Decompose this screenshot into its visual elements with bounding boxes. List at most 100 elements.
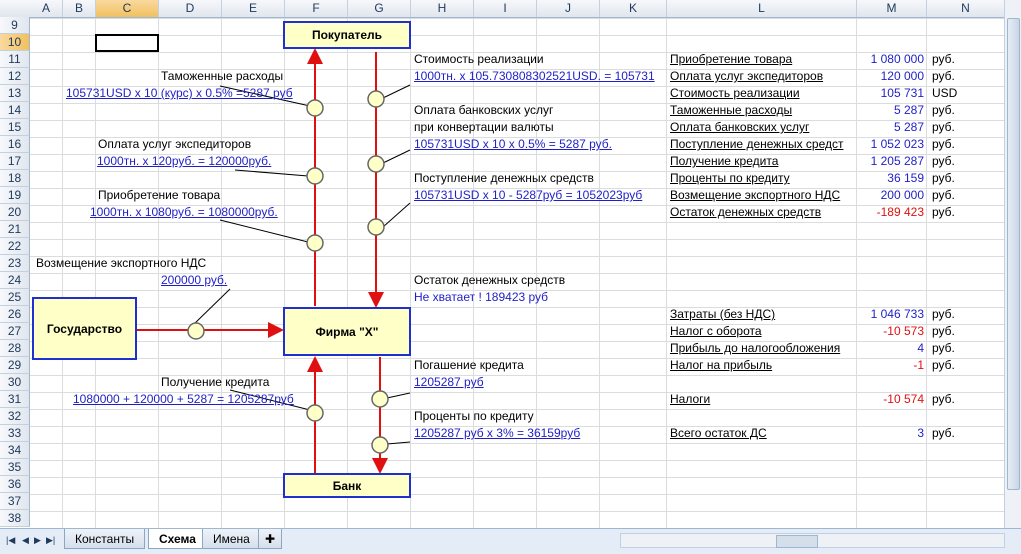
summary-label: Затраты (без НДС) (670, 307, 776, 321)
summary-label: Налоги (670, 392, 711, 406)
row-header[interactable]: 18 (0, 170, 30, 187)
inflow-title: Поступление денежных средств (414, 171, 594, 185)
row-header[interactable]: 38 (0, 510, 30, 527)
summary-label: Возмещение экспортного НДС (670, 188, 841, 202)
row-header[interactable]: 29 (0, 357, 30, 374)
row-header[interactable]: 20 (0, 204, 30, 221)
summary-value: 1 205 287 (870, 154, 924, 168)
row-header[interactable]: 13 (0, 85, 30, 102)
inflow-calc[interactable]: 105731USD x 10 - 5287руб = 1052023руб (414, 187, 642, 204)
buyer-box[interactable]: Покупатель (283, 21, 411, 49)
summary-unit: руб. (932, 52, 955, 66)
row-header[interactable]: 35 (0, 459, 30, 476)
column-header[interactable]: C (96, 0, 159, 17)
row-header[interactable]: 15 (0, 119, 30, 136)
bank-fee-calc[interactable]: 105731USD x 10 x 0.5% = 5287 руб. (414, 136, 612, 153)
row-header[interactable]: 11 (0, 51, 30, 68)
vat-calc[interactable]: 200000 руб. (161, 272, 227, 289)
state-box[interactable]: Государство (32, 297, 137, 360)
row-header[interactable]: 26 (0, 306, 30, 323)
bank-fee-title-2: при конвертации валюты (414, 120, 554, 134)
row-header[interactable]: 25 (0, 289, 30, 306)
summary-unit: руб. (932, 69, 955, 83)
summary-unit: руб. (932, 171, 955, 185)
row-header[interactable]: 22 (0, 238, 30, 255)
column-header[interactable]: M (857, 0, 927, 17)
summary-label: Поступление денежных средст (670, 137, 844, 151)
row-header[interactable]: 21 (0, 221, 30, 238)
next-sheet-icon[interactable]: ▶ (34, 535, 41, 546)
row-header[interactable]: 30 (0, 374, 30, 391)
row-header[interactable]: 31 (0, 391, 30, 408)
summary-value: 3 (917, 426, 924, 440)
column-header[interactable]: K (600, 0, 667, 17)
forwarder-calc[interactable]: 1000тн. x 120руб. = 120000руб. (97, 153, 271, 170)
summary-value: 1 080 000 (870, 52, 924, 66)
interest-title: Проценты по кредиту (414, 409, 534, 423)
row-header[interactable]: 24 (0, 272, 30, 289)
column-header[interactable]: J (537, 0, 600, 17)
row-header[interactable]: 10 (0, 34, 30, 51)
row-header[interactable]: 27 (0, 323, 30, 340)
balance-title: Остаток денежных средств (414, 273, 566, 287)
tab-names[interactable]: Имена (202, 529, 261, 549)
tab-scheme[interactable]: Схема (148, 529, 207, 549)
column-header[interactable]: A (30, 0, 63, 17)
goods-calc[interactable]: 1000тн. x 1080руб. = 1080000руб. (90, 204, 278, 221)
prev-sheet-icon[interactable]: ◀ (22, 535, 29, 546)
row-header[interactable]: 28 (0, 340, 30, 357)
repay-calc[interactable]: 1205287 руб (414, 374, 484, 391)
row-header[interactable]: 16 (0, 136, 30, 153)
credit-calc[interactable]: 1080000 + 120000 + 5287 = 1205287руб (73, 391, 294, 408)
bank-box[interactable]: Банк (283, 473, 411, 498)
row-header[interactable]: 9 (0, 17, 30, 34)
summary-label: Проценты по кредиту (670, 171, 790, 185)
row-header[interactable]: 34 (0, 442, 30, 459)
row-header[interactable]: 12 (0, 68, 30, 85)
tab-constants[interactable]: Константы (64, 529, 146, 549)
last-sheet-icon[interactable]: ▶| (46, 535, 55, 546)
column-header[interactable]: L (667, 0, 857, 17)
firm-box[interactable]: Фирма "Х" (283, 307, 411, 356)
row-header[interactable]: 19 (0, 187, 30, 204)
column-header[interactable]: D (159, 0, 222, 17)
horizontal-scroll-thumb[interactable] (776, 535, 818, 548)
column-header[interactable]: I (474, 0, 537, 17)
goods-title: Приобретение товара (98, 188, 221, 202)
summary-value: 36 159 (887, 171, 924, 185)
active-cell[interactable] (95, 34, 159, 52)
vertical-scrollbar[interactable] (1004, 0, 1021, 528)
sales-calc[interactable]: 1000тн. x 105.730808302521USD. = 105731 (414, 68, 667, 85)
customs-calc[interactable]: 105731USD x 10 (курс) x 0.5% =5287 руб (66, 85, 293, 102)
summary-unit: руб. (932, 324, 955, 338)
first-sheet-icon[interactable]: |◀ (6, 535, 15, 546)
column-header[interactable]: F (285, 0, 348, 17)
summary-value: 5 287 (893, 103, 924, 117)
horizontal-scrollbar[interactable] (620, 533, 1005, 548)
column-header[interactable]: E (222, 0, 285, 17)
row-header[interactable]: 23 (0, 255, 30, 272)
column-header[interactable]: N (927, 0, 1005, 17)
column-header[interactable]: B (63, 0, 96, 17)
summary-label: Стоимость реализации (670, 86, 800, 100)
row-header[interactable]: 17 (0, 153, 30, 170)
summary-value: 200 000 (880, 188, 924, 202)
insert-sheet-icon[interactable]: ✚ (258, 529, 283, 549)
grid-line (62, 18, 63, 528)
interest-calc[interactable]: 1205287 руб x 3% = 36159руб (414, 425, 580, 442)
row-header[interactable]: 14 (0, 102, 30, 119)
column-header[interactable]: G (348, 0, 411, 17)
column-header[interactable]: H (411, 0, 474, 17)
credit-title: Получение кредита (161, 375, 270, 389)
summary-unit: руб. (932, 426, 955, 440)
summary-value: 105 731 (880, 86, 924, 100)
row-header[interactable]: 33 (0, 425, 30, 442)
row-header[interactable]: 37 (0, 493, 30, 510)
summary-value: -10 573 (883, 324, 924, 338)
grid-line (666, 18, 667, 528)
summary-unit: руб. (932, 392, 955, 406)
row-header[interactable]: 36 (0, 476, 30, 493)
summary-label: Оплата услуг экспедиторов (670, 69, 824, 83)
row-header[interactable]: 32 (0, 408, 30, 425)
vertical-scroll-thumb[interactable] (1007, 18, 1020, 490)
